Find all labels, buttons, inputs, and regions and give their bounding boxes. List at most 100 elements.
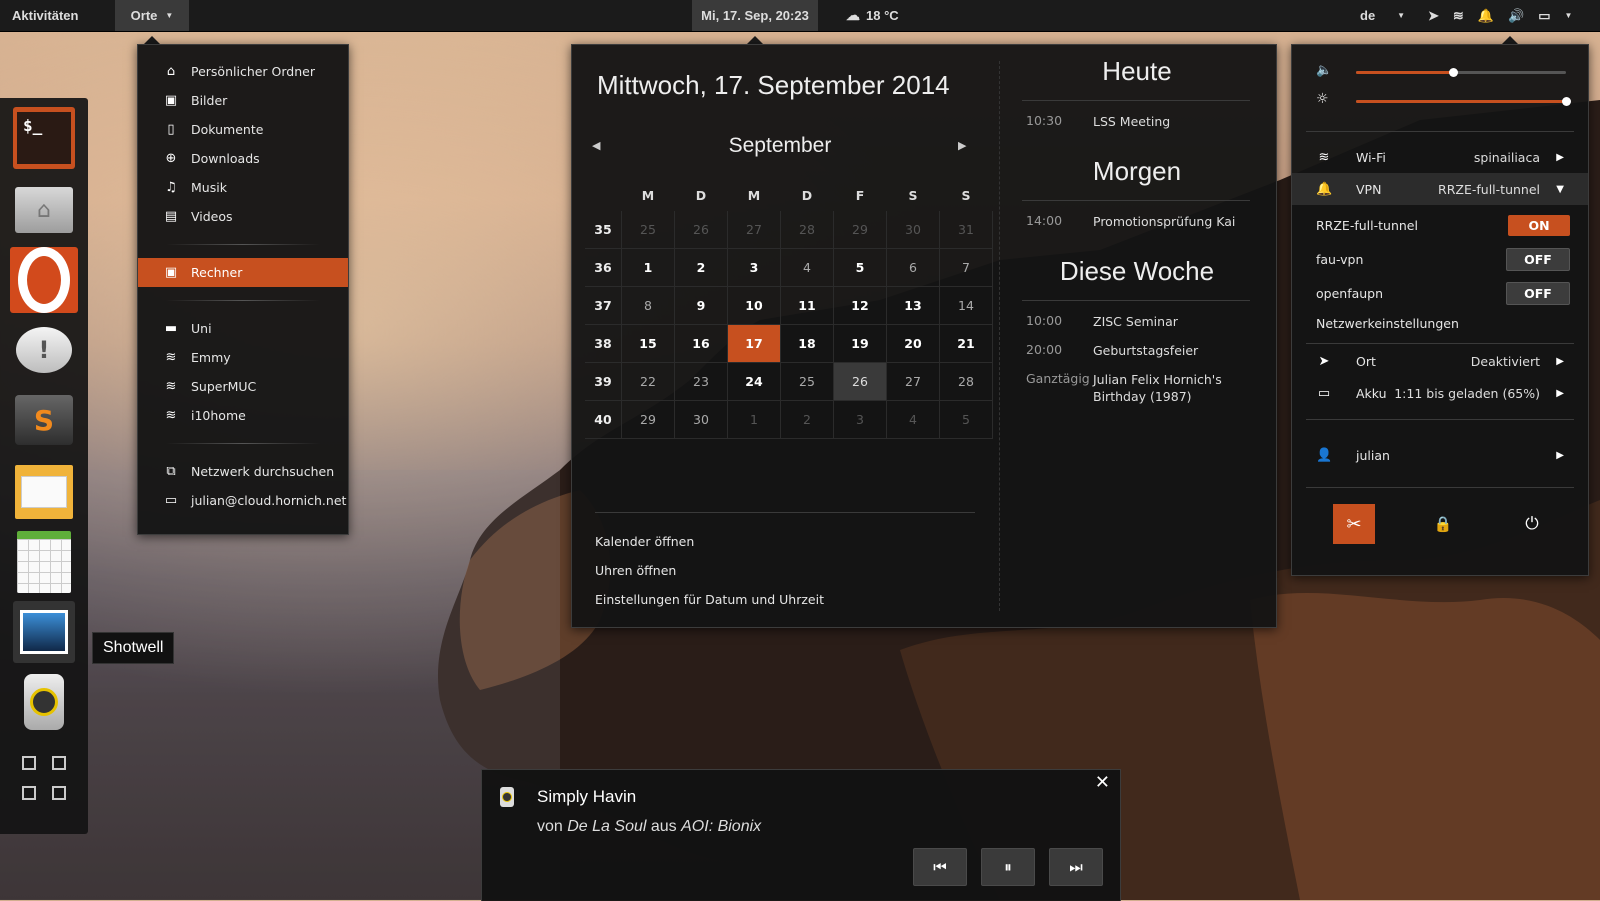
calendar-day[interactable]: 26 [833, 362, 887, 401]
calendar-prev-button[interactable]: ◀ [592, 139, 600, 152]
calendar-day[interactable]: 19 [833, 324, 887, 363]
menu-item-items[interactable]: ⊕ Downloads [138, 144, 348, 173]
battery-row[interactable]: ▭ Akku 1:11 bis geladen (65%) ▶ [1292, 377, 1588, 409]
calendar-day[interactable]: 23 [674, 362, 728, 401]
calendar-day[interactable]: 25 [780, 362, 834, 401]
calendar-day[interactable]: 21 [939, 324, 993, 363]
calendar-day[interactable]: 25 [621, 211, 675, 249]
settings-button[interactable]: ✂ [1333, 504, 1375, 544]
calendar-day[interactable]: 15 [621, 324, 675, 363]
calendar-day[interactable]: 11 [780, 286, 834, 325]
calendar-day[interactable]: 2 [674, 248, 728, 287]
event-item[interactable]: 10:30 [1026, 113, 1062, 128]
menu-item-bookmarks[interactable]: ▬ Uni [138, 314, 348, 343]
calendar-day[interactable]: 12 [833, 286, 887, 325]
calendar-day[interactable]: 7 [939, 248, 993, 287]
calendar-day[interactable]: 4 [886, 400, 940, 439]
wifi-row[interactable]: ≋ Wi-Fi spinailiaca ▶ [1292, 141, 1588, 173]
event-item[interactable]: 20:00 [1026, 342, 1062, 357]
calendar-link[interactable]: Einstellungen für Datum und Uhrzeit [595, 592, 824, 607]
calendar-link[interactable]: Kalender öffnen [595, 534, 694, 549]
calendar-day[interactable]: 16 [674, 324, 728, 363]
dock-opera[interactable] [10, 247, 78, 313]
vpn-toggle[interactable]: OFF [1506, 281, 1570, 305]
system-status-button[interactable]: ➤ ≋ 🔔 🔊 ▭ ▼ [1428, 0, 1572, 31]
calendar-day[interactable]: 27 [727, 211, 781, 249]
menu-item-bookmarks[interactable]: ≋ SuperMUC [138, 372, 348, 401]
keyboard-layout-button[interactable]: de ▼ [1360, 0, 1405, 31]
menu-item-items[interactable]: ▤ Videos [138, 202, 348, 231]
location-row[interactable]: ➤ Ort Deaktiviert ▶ [1292, 345, 1588, 377]
calendar-day[interactable]: 8 [621, 286, 675, 325]
calendar-day[interactable]: 1 [727, 400, 781, 439]
dock-mail[interactable] [10, 460, 78, 524]
calendar-day[interactable]: 24 [727, 362, 781, 401]
menu-item-computer[interactable]: ▣ Rechner [138, 258, 348, 287]
calendar-day[interactable]: 30 [674, 400, 728, 439]
calendar-day[interactable]: 28 [780, 211, 834, 249]
dock-terminal[interactable]: $_ [10, 106, 78, 170]
menu-item-items[interactable]: ⌂ Persönlicher Ordner [138, 57, 348, 86]
calendar-day[interactable]: 9 [674, 286, 728, 325]
calendar-day[interactable]: 28 [939, 362, 993, 401]
calendar-day[interactable]: 10 [727, 286, 781, 325]
places-menu-button[interactable]: Orte ▼ [115, 0, 189, 31]
calendar-day[interactable]: 27 [886, 362, 940, 401]
dock-shotwell[interactable] [10, 600, 78, 664]
vpn-row[interactable]: 🔔 VPN RRZE-full-tunnel ▼ [1292, 173, 1588, 205]
calendar-day[interactable]: 14 [939, 286, 993, 325]
calendar-day[interactable]: 6 [886, 248, 940, 287]
menu-item-bookmarks[interactable]: ≋ i10home [138, 401, 348, 430]
calendar-link[interactable]: Uhren öffnen [595, 563, 676, 578]
brightness-slider-handle[interactable] [1562, 97, 1571, 106]
clock-button[interactable]: Mi, 17. Sep, 20:23 [692, 0, 818, 31]
network-settings-item[interactable]: Netzwerkeinstellungen [1292, 307, 1588, 339]
dock-sublime-text[interactable]: S [10, 388, 78, 452]
calendar-day[interactable]: 29 [621, 400, 675, 439]
calendar-day[interactable]: 22 [621, 362, 675, 401]
menu-item-items[interactable]: ▯ Dokumente [138, 115, 348, 144]
vpn-toggle[interactable]: OFF [1506, 247, 1570, 271]
calendar-day[interactable]: 1 [621, 248, 675, 287]
weather-button[interactable]: ☁ 18 °C [846, 0, 899, 31]
calendar-day[interactable]: 5 [833, 248, 887, 287]
event-item[interactable]: 14:00 [1026, 213, 1062, 228]
calendar-day[interactable]: 3 [727, 248, 781, 287]
lock-button[interactable]: 🔒 [1422, 504, 1464, 544]
activities-button[interactable]: Aktivitäten [12, 0, 78, 31]
pause-button[interactable]: ⏸ [981, 848, 1035, 886]
event-item[interactable]: Ganztägig [1026, 371, 1090, 386]
calendar-day[interactable]: 13 [886, 286, 940, 325]
calendar-day[interactable]: 3 [833, 400, 887, 439]
next-track-button[interactable]: ⏭ [1049, 848, 1103, 886]
dock-calendar[interactable] [10, 530, 78, 594]
user-row[interactable]: 👤 julian ▶ [1292, 439, 1588, 471]
volume-slider-handle[interactable] [1448, 68, 1458, 77]
calendar-day[interactable]: 31 [939, 211, 993, 249]
menu-item-items[interactable]: ▣ Bilder [138, 86, 348, 115]
calendar-next-button[interactable]: ▶ [958, 139, 966, 152]
event-item[interactable]: 10:00 [1026, 313, 1062, 328]
show-apps-button[interactable] [10, 746, 78, 810]
dock-files[interactable]: ⌂ [10, 178, 78, 242]
close-notification-button[interactable]: ✕ [1095, 772, 1110, 793]
calendar-day[interactable]: 26 [674, 211, 728, 249]
dock-empathy[interactable]: ! [10, 318, 78, 382]
previous-track-button[interactable]: ⏮ [913, 848, 967, 886]
calendar-day[interactable]: 30 [886, 211, 940, 249]
calendar-day[interactable]: 2 [780, 400, 834, 439]
calendar-day[interactable]: 4 [780, 248, 834, 287]
menu-item-network[interactable]: ▭ julian@cloud.hornich.net [138, 486, 348, 515]
weekday-header: S [961, 187, 971, 203]
vpn-toggle[interactable]: ON [1508, 214, 1570, 236]
power-button[interactable]: ⏻ [1511, 504, 1553, 544]
calendar-day[interactable]: 18 [780, 324, 834, 363]
calendar-day[interactable]: 5 [939, 400, 993, 439]
calendar-day[interactable]: 20 [886, 324, 940, 363]
menu-item-bookmarks[interactable]: ≋ Emmy [138, 343, 348, 372]
calendar-day[interactable]: 17 [727, 324, 781, 363]
calendar-day[interactable]: 29 [833, 211, 887, 249]
dock-rhythmbox[interactable] [10, 670, 78, 734]
menu-item-network[interactable]: ⧉ Netzwerk durchsuchen [138, 457, 348, 486]
menu-item-items[interactable]: ♫ Musik [138, 173, 348, 202]
